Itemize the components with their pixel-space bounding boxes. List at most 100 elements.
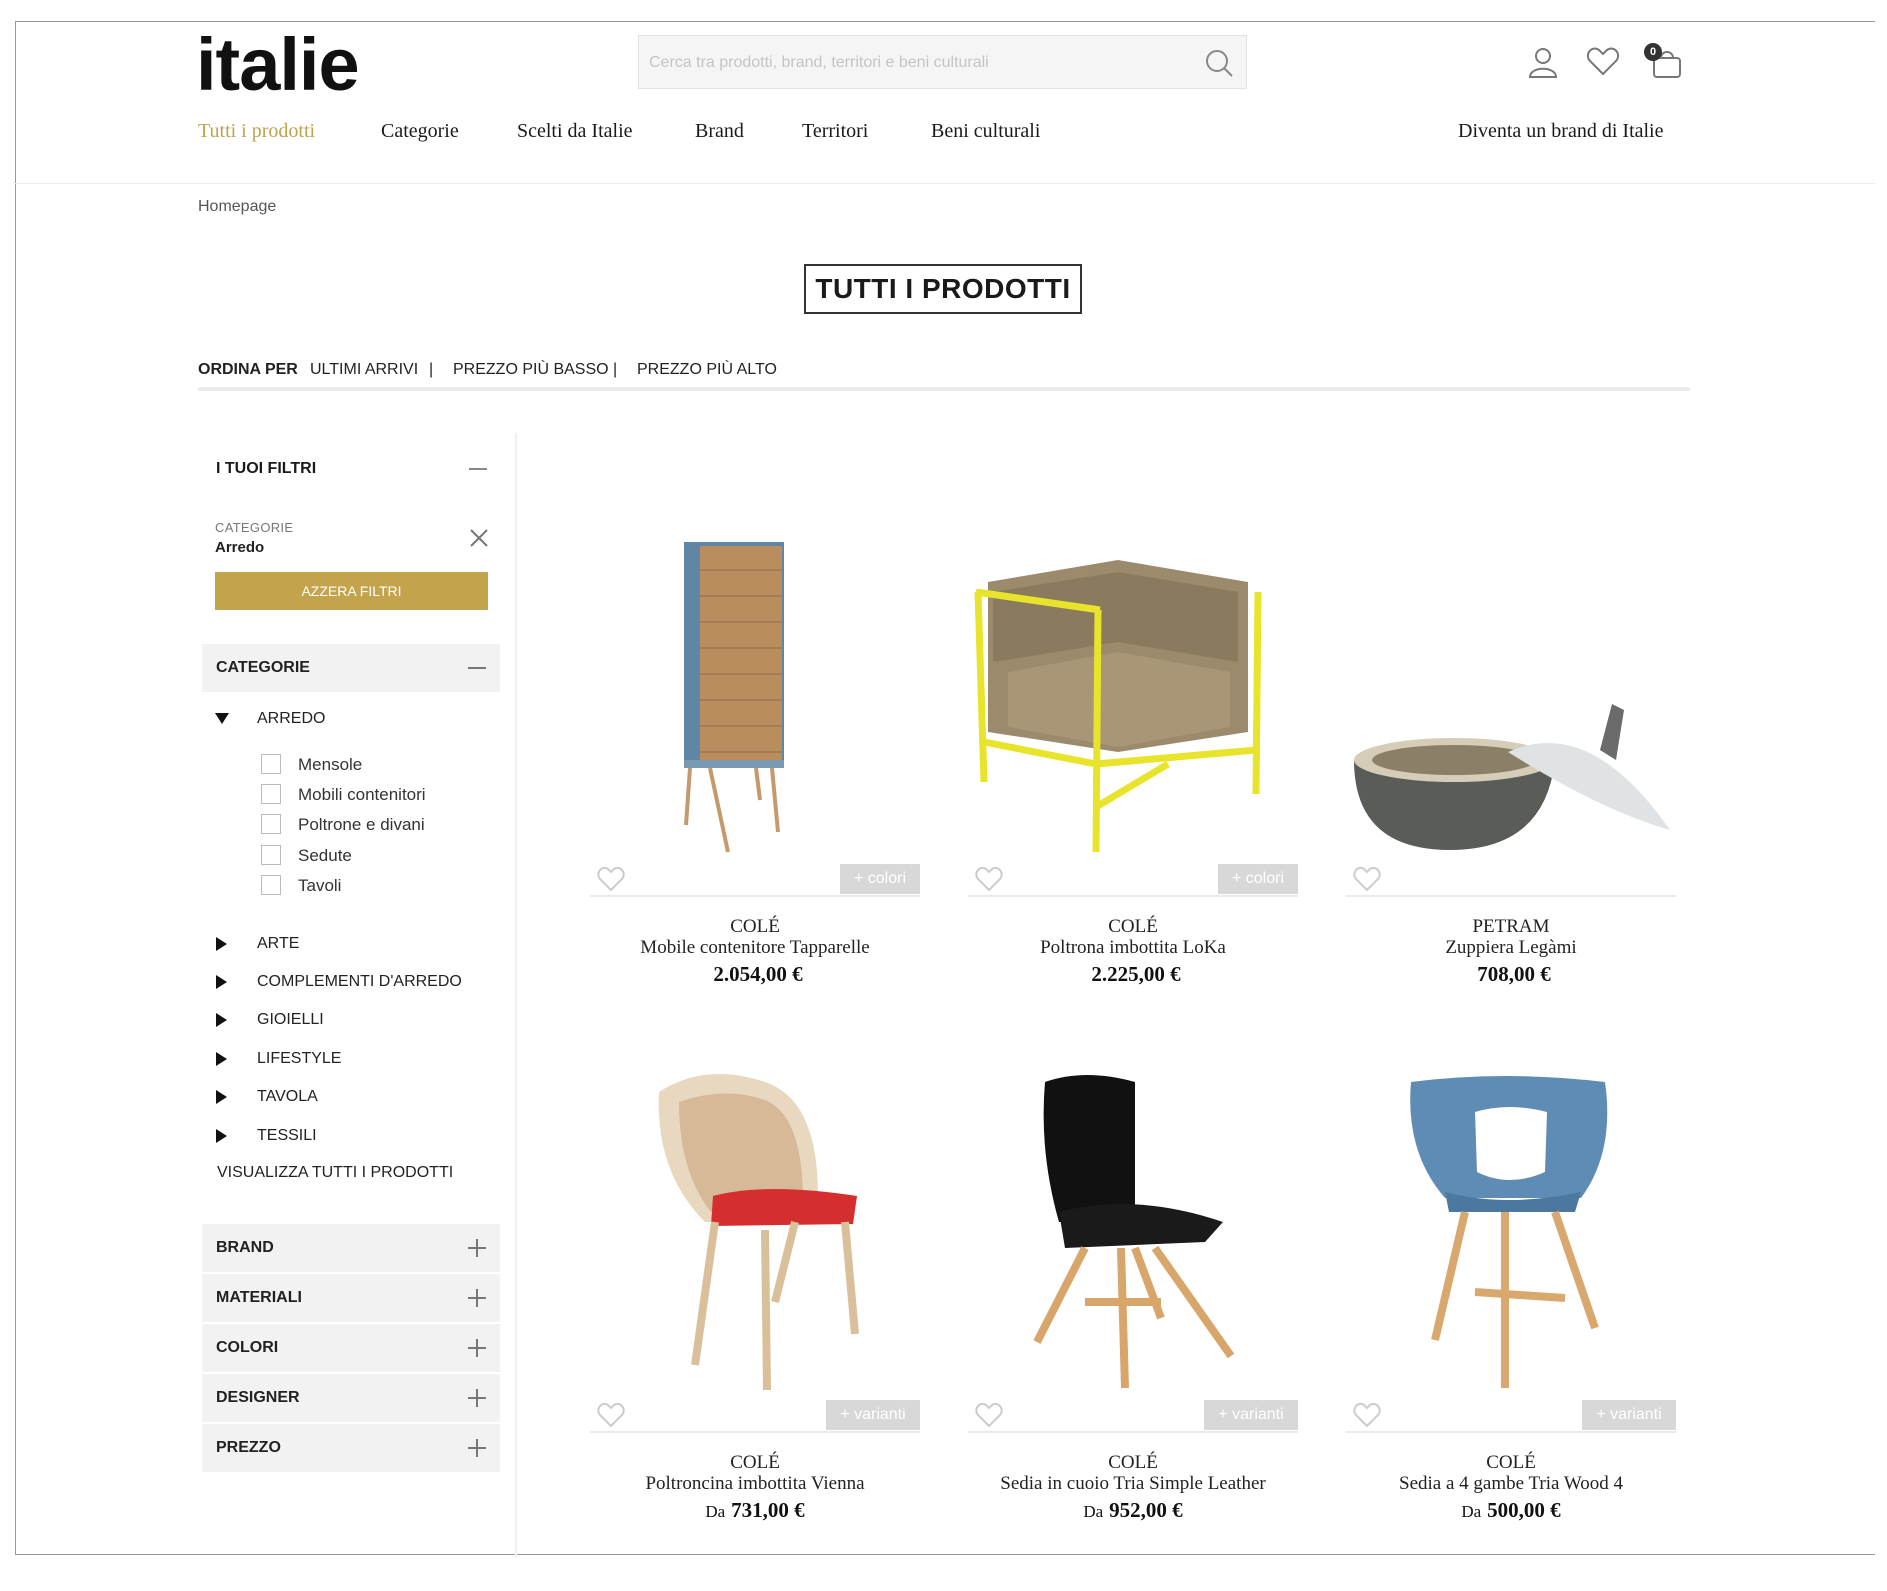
- product-divider: [1346, 895, 1676, 897]
- nav-diventa-brand[interactable]: Diventa un brand di Italie: [1458, 120, 1664, 143]
- user-icon[interactable]: [1528, 46, 1558, 83]
- checkbox-poltrone-e-divani[interactable]: [261, 814, 281, 834]
- nav-brand[interactable]: Brand: [695, 120, 744, 143]
- collapsed-triangle-icon[interactable]: [216, 937, 227, 951]
- category-lifestyle[interactable]: LIFESTYLE: [257, 1050, 341, 1068]
- wishlist-heart-icon[interactable]: [975, 1402, 1003, 1433]
- wishlist-heart-icon[interactable]: [1353, 866, 1381, 897]
- sort-separator: |: [613, 361, 618, 378]
- product-name[interactable]: Zuppiera Legàmi: [1341, 937, 1681, 959]
- collapse-filters-icon[interactable]: [469, 468, 487, 470]
- plus-icon: [468, 1339, 486, 1357]
- category-arte[interactable]: ARTE: [257, 935, 299, 953]
- wishlist-heart-icon[interactable]: [597, 866, 625, 897]
- accordion-brand[interactable]: BRAND: [202, 1224, 500, 1272]
- reset-filters-button[interactable]: AZZERA FILTRI: [215, 572, 488, 610]
- product-brand: COLÉ: [730, 916, 780, 937]
- product-brand: COLÉ: [1108, 916, 1158, 937]
- price-value: 500,00 €: [1487, 1498, 1561, 1522]
- category-tavola[interactable]: TAVOLA: [257, 1088, 318, 1106]
- remove-filter-icon[interactable]: [470, 529, 488, 552]
- product-image[interactable]: [1405, 1072, 1620, 1392]
- product-name[interactable]: Sedia a 4 gambe Tria Wood 4: [1341, 1473, 1681, 1495]
- product-image[interactable]: [1025, 1072, 1240, 1392]
- accordion-designer[interactable]: DESIGNER: [202, 1374, 500, 1422]
- breadcrumb[interactable]: Homepage: [198, 198, 276, 216]
- search-icon[interactable]: [1204, 48, 1234, 83]
- product-variants-button[interactable]: + varianti: [1582, 1400, 1676, 1430]
- accordion-categorie[interactable]: CATEGORIE: [202, 644, 500, 692]
- collapsed-triangle-icon[interactable]: [216, 1090, 227, 1104]
- product-variants-button[interactable]: + varianti: [1204, 1400, 1298, 1430]
- collapsed-triangle-icon[interactable]: [216, 1013, 227, 1027]
- wishlist-heart-icon[interactable]: [975, 866, 1003, 897]
- nav-beni-culturali[interactable]: Beni culturali: [931, 120, 1040, 143]
- expanded-triangle-icon[interactable]: [215, 713, 229, 724]
- checkbox-sedute[interactable]: [261, 845, 281, 865]
- nav-categorie[interactable]: Categorie: [381, 120, 459, 143]
- heart-icon[interactable]: [1586, 46, 1620, 81]
- plus-icon: [468, 1239, 486, 1257]
- header-divider: [15, 183, 1875, 184]
- active-filter-value: Arredo: [215, 539, 265, 556]
- sort-divider: [198, 387, 1690, 391]
- subcategory-mobili-contenitori[interactable]: Mobili contenitori: [298, 785, 426, 805]
- product-variants-button[interactable]: + varianti: [826, 1400, 920, 1430]
- product-name[interactable]: Mobile contenitore Tapparelle: [585, 937, 925, 959]
- subcategory-mensole[interactable]: Mensole: [298, 755, 362, 775]
- product-price: 2.225,00 €: [983, 962, 1283, 987]
- accordion-prezzo[interactable]: PREZZO: [202, 1424, 500, 1472]
- product-name[interactable]: Poltroncina imbottita Vienna: [585, 1473, 925, 1495]
- wishlist-heart-icon[interactable]: [597, 1402, 625, 1433]
- subcategory-tavoli[interactable]: Tavoli: [298, 876, 341, 896]
- accordion-colori[interactable]: COLORI: [202, 1324, 500, 1372]
- product-brand: COLÉ: [1108, 1452, 1158, 1473]
- search-bar[interactable]: [638, 35, 1247, 90]
- product-brand: COLÉ: [1486, 1452, 1536, 1473]
- subcategory-sedute[interactable]: Sedute: [298, 846, 352, 866]
- accordion-title: COLORI: [216, 1339, 279, 1356]
- minus-icon: [468, 667, 486, 669]
- product-brand: PETRAM: [1472, 916, 1550, 937]
- collapsed-triangle-icon[interactable]: [216, 975, 227, 989]
- product-colors-button[interactable]: + colori: [840, 864, 920, 894]
- subcategory-poltrone-e-divani[interactable]: Poltrone e divani: [298, 815, 425, 835]
- product-colors-button[interactable]: + colori: [1218, 864, 1298, 894]
- nav-scelti-da-italie[interactable]: Scelti da Italie: [517, 120, 633, 143]
- checkbox-mensole[interactable]: [261, 754, 281, 774]
- sort-prezzo-alto[interactable]: PREZZO PIÙ ALTO: [637, 361, 777, 379]
- product-price: 2.054,00 €: [605, 962, 905, 987]
- search-input[interactable]: [639, 36, 1191, 90]
- collapsed-triangle-icon[interactable]: [216, 1052, 227, 1066]
- nav-tutti-i-prodotti[interactable]: Tutti i prodotti: [198, 120, 315, 143]
- category-tessili[interactable]: TESSILI: [257, 1127, 317, 1145]
- sidebar-divider: [515, 433, 517, 1558]
- checkbox-tavoli[interactable]: [261, 875, 281, 895]
- price-value: 2.054,00 €: [713, 962, 803, 986]
- product-image[interactable]: [968, 552, 1293, 857]
- nav-territori[interactable]: Territori: [802, 120, 868, 143]
- price-prefix: Da: [705, 1502, 726, 1521]
- site-logo[interactable]: italie: [196, 22, 360, 107]
- category-complementi[interactable]: COMPLEMENTI D'ARREDO: [257, 973, 462, 991]
- product-name[interactable]: Poltrona imbottita LoKa: [963, 937, 1303, 959]
- product-divider: [590, 895, 920, 897]
- wishlist-heart-icon[interactable]: [1353, 1402, 1381, 1433]
- category-gioielli[interactable]: GIOIELLI: [257, 1011, 324, 1029]
- price-prefix: Da: [1083, 1502, 1104, 1521]
- accordion-materiali[interactable]: MATERIALI: [202, 1274, 500, 1322]
- product-name[interactable]: Sedia in cuoio Tria Simple Leather: [963, 1473, 1303, 1495]
- view-all-products-link[interactable]: VISUALIZZA TUTTI I PRODOTTI: [217, 1164, 453, 1182]
- sort-prezzo-basso[interactable]: PREZZO PIÙ BASSO: [453, 361, 609, 379]
- collapsed-triangle-icon[interactable]: [216, 1129, 227, 1143]
- product-image[interactable]: [1350, 700, 1675, 860]
- sort-ultimi-arrivi[interactable]: ULTIMI ARRIVI: [310, 361, 418, 379]
- active-filter-label: CATEGORIE: [215, 520, 294, 535]
- checkbox-mobili-contenitori[interactable]: [261, 784, 281, 804]
- product-image[interactable]: [660, 530, 860, 865]
- category-arredo[interactable]: ARREDO: [257, 710, 325, 728]
- price-value: 731,00 €: [731, 1498, 805, 1522]
- product-image[interactable]: [645, 1072, 875, 1392]
- cart-icon[interactable]: 0: [1644, 43, 1688, 79]
- cart-count-badge: 0: [1644, 43, 1662, 61]
